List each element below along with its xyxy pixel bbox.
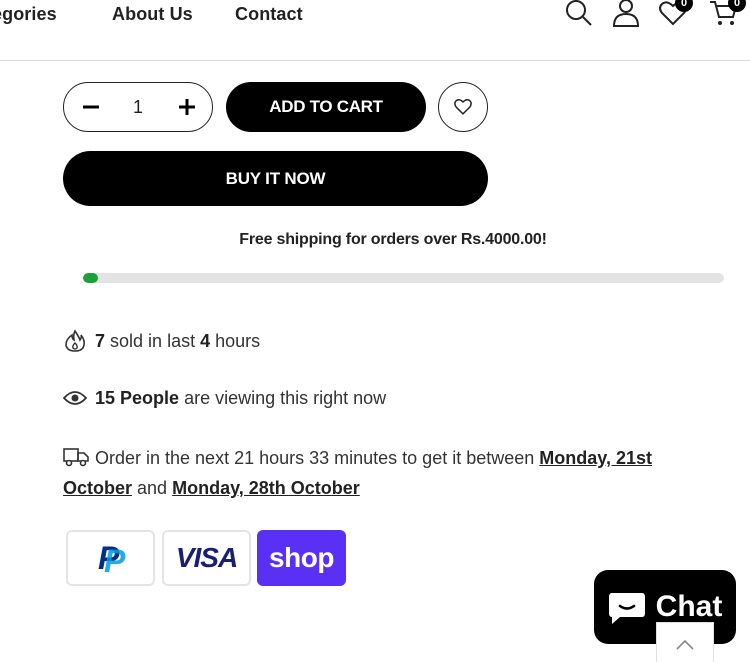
wishlist-header-button[interactable]: 0 [657,0,693,28]
delivery-joiner: and [137,478,168,498]
sold-count: 7 [95,330,106,351]
search-button[interactable] [563,0,595,28]
quantity-increase-button[interactable] [162,83,212,131]
eye-icon [63,386,87,410]
delivery-end-date: Monday, 28th October [172,478,360,498]
chat-label: Chat [655,590,723,623]
paypal-payment-icon: PP [66,530,155,586]
chevron-up-icon [676,639,694,650]
sold-unit: hours [215,330,261,351]
free-shipping-message: Free shipping for orders over Rs.4000.00… [239,231,547,248]
search-icon [566,0,592,26]
minus-icon [83,105,99,109]
viewers-info: 15 People are viewing this right now [63,386,386,410]
user-icon [612,0,640,27]
free-shipping-progress-bar [83,273,724,283]
account-button[interactable] [610,0,642,28]
site-header: egories About Us Contact 0 0 [0,0,750,61]
add-to-cart-button[interactable]: ADD TO CART [226,82,426,132]
progress-fill [83,273,98,283]
cart-count-badge: 0 [728,0,746,12]
scroll-to-top-button[interactable] [656,622,714,662]
buy-it-now-button[interactable]: BUY IT NOW [63,151,488,206]
sold-hours: 4 [200,330,211,351]
quantity-decrease-button[interactable] [66,83,116,131]
viewing-text: are viewing this right now [184,387,387,408]
add-to-wishlist-button[interactable] [438,82,488,132]
sold-text: sold in last [110,330,196,351]
visa-label: VISA [175,542,238,573]
nav-link-about-us[interactable]: About Us [112,4,193,25]
truck-icon [63,448,89,467]
product-page: egories About Us Contact 0 0 1 ADD TO CA… [0,0,750,662]
cart-header-button[interactable]: 0 [708,0,746,28]
quantity-input[interactable]: 1 [114,83,162,131]
shop-pay-payment-icon: shop [257,530,346,586]
flame-icon [63,329,87,353]
nav-link-contact[interactable]: Contact [235,4,303,25]
shop-label: shop [269,542,334,573]
visa-payment-icon: VISA [162,530,251,586]
delivery-prefix: Order in the next 21 hours 33 minutes to… [95,448,535,468]
sold-recently-info: 7 sold in last 4 hours [63,329,260,353]
nav-link-categories[interactable]: egories [0,4,57,25]
wishlist-count-badge: 0 [675,0,693,12]
quantity-stepper: 1 [63,82,213,132]
heart-icon [454,99,472,115]
svg-text:P: P [104,543,126,575]
chat-bubble-icon [608,593,645,624]
viewing-people: 15 People [95,387,180,408]
plus-icon [179,99,195,115]
delivery-estimate: Order in the next 21 hours 33 minutes to… [63,443,703,503]
